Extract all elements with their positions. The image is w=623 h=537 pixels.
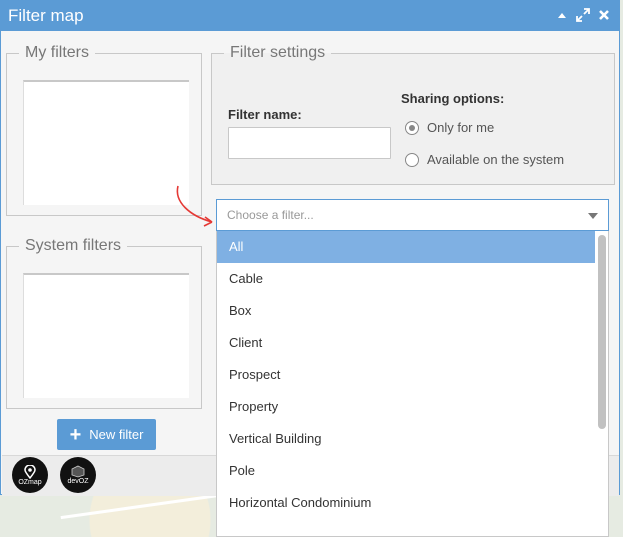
sharing-option-only-me[interactable]: Only for me	[405, 120, 494, 135]
dropdown-scrollbar[interactable]	[598, 235, 606, 535]
dropdown-option-cable[interactable]: Cable	[217, 263, 595, 295]
dropdown-option-pole[interactable]: Pole	[217, 455, 595, 487]
filter-select-placeholder: Choose a filter...	[227, 208, 314, 222]
close-icon[interactable]	[597, 8, 611, 22]
system-filters-list[interactable]	[23, 273, 189, 398]
filter-name-label: Filter name:	[228, 107, 302, 122]
filter-select[interactable]: Choose a filter...	[216, 199, 609, 231]
sharing-option-system[interactable]: Available on the system	[405, 152, 564, 167]
window-titlebar[interactable]: Filter map	[1, 1, 619, 31]
filter-dropdown-list[interactable]: All Cable Box Client Prospect Property V…	[216, 231, 609, 537]
dropdown-option-vertical-building[interactable]: Vertical Building	[217, 423, 595, 455]
radio-button-selected[interactable]	[405, 120, 419, 135]
new-filter-label: New filter	[89, 427, 144, 442]
window-controls	[555, 8, 611, 22]
window-title: Filter map	[8, 6, 84, 25]
minimize-icon[interactable]	[555, 8, 569, 22]
system-filters-legend: System filters	[25, 237, 122, 254]
devoz-logo-text: devOZ	[67, 478, 89, 485]
devoz-logo[interactable]: devOZ	[60, 457, 96, 493]
maximize-icon[interactable]	[576, 8, 590, 22]
filter-settings-legend: Filter settings	[230, 44, 326, 61]
dropdown-option-client[interactable]: Client	[217, 327, 595, 359]
cube-icon	[71, 465, 85, 478]
sharing-options-label: Sharing options:	[401, 91, 505, 106]
dropdown-option-prospect[interactable]: Prospect	[217, 359, 595, 391]
radio-button[interactable]	[405, 152, 419, 167]
filter-name-input[interactable]	[228, 127, 391, 159]
map-road	[60, 493, 220, 520]
sharing-option-label: Available on the system	[427, 152, 565, 167]
dropdown-option-property[interactable]: Property	[217, 391, 595, 423]
my-filters-list[interactable]	[23, 80, 189, 205]
chevron-down-icon[interactable]	[588, 213, 598, 219]
dropdown-option-horizontal-condominium[interactable]: Horizontal Condominium	[217, 487, 595, 519]
my-filters-legend: My filters	[25, 44, 89, 61]
sharing-option-label: Only for me	[427, 120, 495, 135]
map-pin-icon	[24, 464, 36, 479]
dropdown-option-box[interactable]: Box	[217, 295, 595, 327]
new-filter-button[interactable]: + New filter	[57, 419, 156, 450]
ozmap-logo-text: OZmap	[18, 478, 42, 486]
dropdown-option-all[interactable]: All	[217, 231, 595, 263]
plus-icon: +	[69, 423, 82, 446]
ozmap-logo[interactable]: OZmap	[12, 457, 48, 493]
scrollbar-thumb[interactable]	[598, 235, 606, 429]
